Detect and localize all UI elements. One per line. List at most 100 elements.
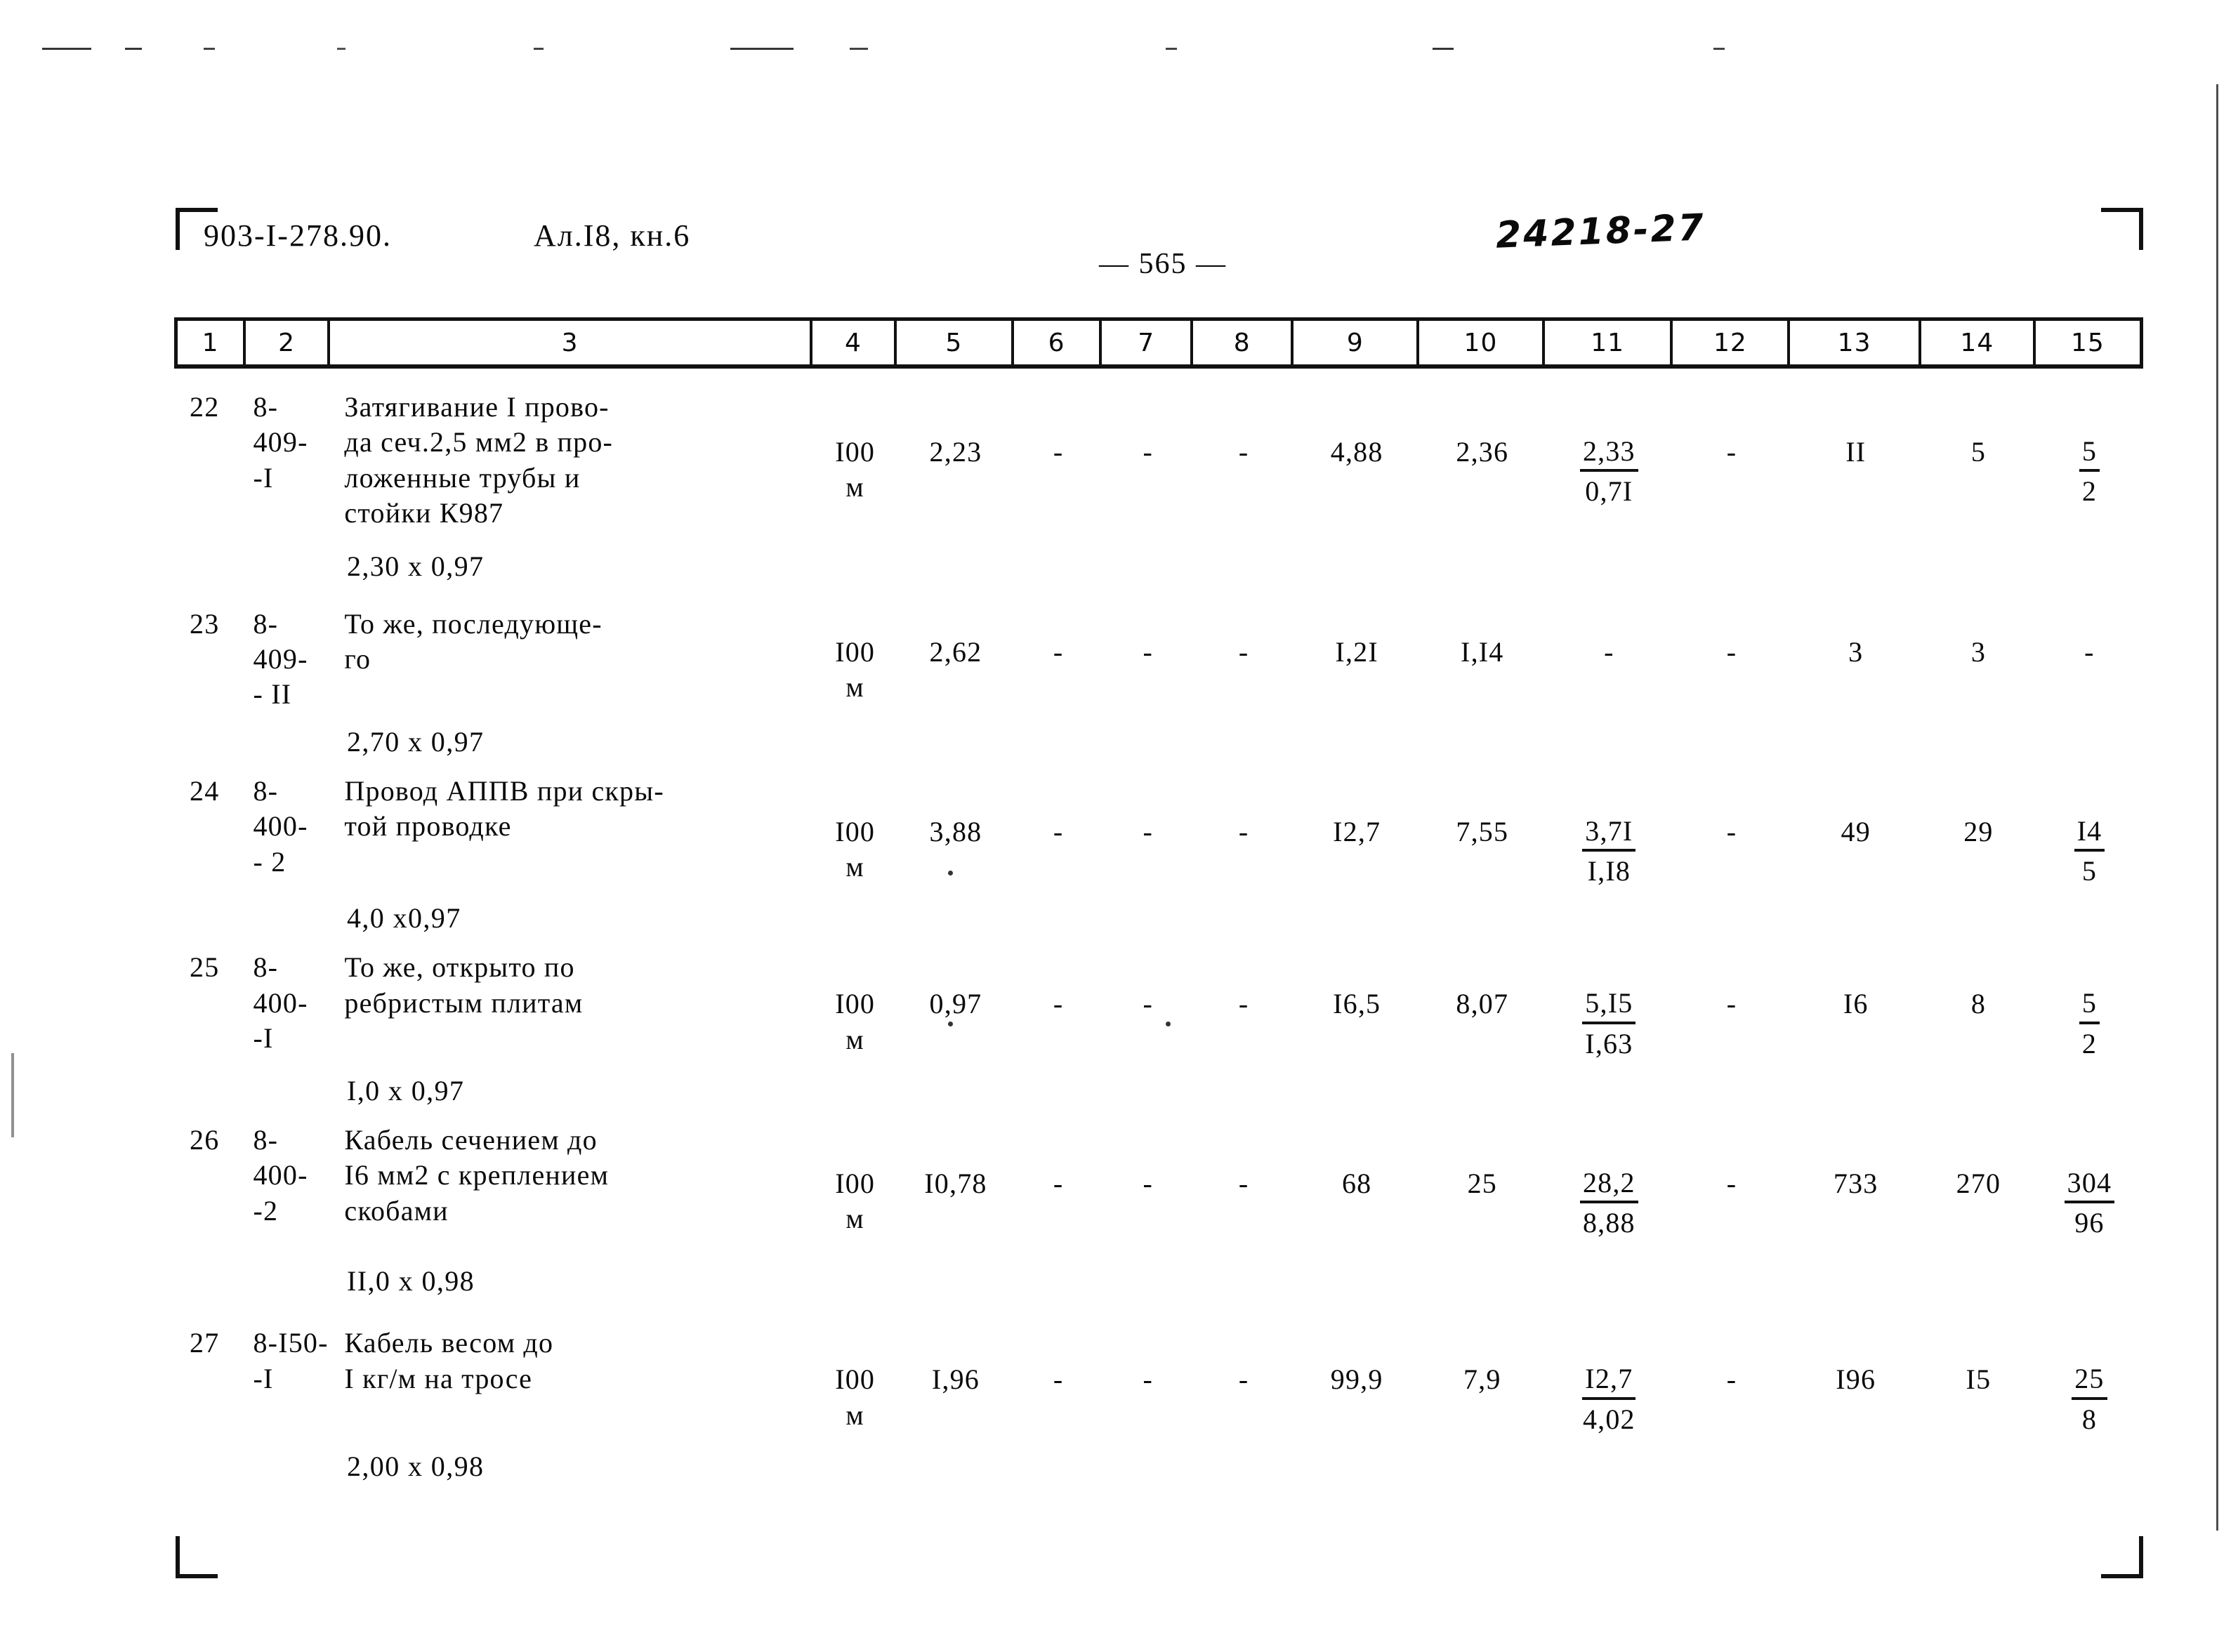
value-col5-cell: 2,23 [929, 436, 982, 468]
fraction-denominator: 2 [2081, 1027, 2098, 1059]
value-col12-cell: - [1726, 988, 1737, 1020]
table-body: 2 2 8-409- -I Затягивание I прово- да сеч.2… [174, 390, 2143, 1483]
table-row: 27 8-I50- -I Кабель весом до I кг/м на тро… [174, 1326, 2143, 1437]
fraction-denominator: 2 [2081, 475, 2098, 508]
value-col12-cell: - [1726, 635, 1737, 668]
work-description-cell: Кабель сечением до I6 мм2 с креплением с… [344, 1123, 610, 1227]
fraction-value: I4 5 [2074, 814, 2105, 887]
value-col9-cell: I2,7 [1333, 815, 1381, 847]
value-col13-cell: II [1845, 436, 1867, 468]
value-col15-cell: - [2084, 635, 2095, 668]
value-col5-cell: 0,97 [929, 988, 982, 1020]
value-col11-cell: 5,I5 I,63 [1545, 950, 1673, 1062]
fraction-numerator: 25 [2072, 1362, 2107, 1400]
fraction-numerator: I2,7 [1582, 1362, 1636, 1400]
value-col8-cell: - [1238, 815, 1249, 847]
value-col14-cell: 3 [1970, 635, 1987, 668]
fraction-numerator: 28,2 [1579, 1166, 1638, 1204]
value-col7-cell: - [1143, 635, 1154, 668]
estimate-table: 1 2 3 4 5 6 7 8 9 10 11 12 13 14 15 22 8-… [174, 317, 2144, 1483]
coefficient-formula: 4,0 х0,97 [347, 902, 461, 934]
fraction-value: I2,7 4,02 [1582, 1362, 1636, 1435]
value-col13-cell: I6 [1843, 988, 1869, 1020]
column-header-14: 14 [1921, 321, 2036, 364]
value-col12-cell: - [1726, 436, 1737, 468]
value-col9-cell: I,2I [1335, 635, 1378, 668]
table-row: 24 8-400- - 2 Провод АППВ при скры- той пр… [174, 774, 2143, 890]
value-col8-cell: - [1238, 1167, 1249, 1199]
unit-cell: I00 м [835, 1363, 876, 1431]
price-code-cell: 8-409- -I [253, 391, 308, 494]
row-number-cell: 25 [190, 951, 220, 984]
page-number: — 565 — [1099, 248, 1227, 280]
fraction-denominator: 8,88 [1582, 1207, 1635, 1239]
fraction-denominator: 96 [2074, 1207, 2105, 1239]
unit-cell: I00 м [835, 436, 876, 503]
fraction-denominator: I,I8 [1587, 854, 1631, 887]
row-number-cell: 26 [190, 1123, 220, 1156]
crop-mark-top-right [2101, 208, 2143, 250]
value-col7-cell: - [1143, 815, 1154, 847]
value-col8-cell: - [1238, 1363, 1249, 1396]
value-col9-cell: 4,88 [1330, 436, 1383, 468]
column-header-1: 1 [174, 321, 246, 364]
column-header-11: 11 [1545, 321, 1673, 364]
fraction-value: 3,7I I,I8 [1582, 814, 1636, 887]
value-col12-cell: - [1726, 815, 1737, 847]
fraction-value: 52 [2079, 435, 2100, 508]
column-header-13: 13 [1790, 321, 1921, 364]
column-header-8: 8 [1193, 321, 1294, 364]
value-col7-cell: - [1143, 1167, 1154, 1199]
value-col5-cell: 3,88 [929, 815, 982, 847]
work-description-cell: То же, открыто по ребристым плитам [344, 951, 584, 1019]
value-col14-cell: I5 [1966, 1363, 1992, 1396]
price-code-cell: 8-400- - 2 [253, 774, 308, 878]
value-col15-cell: 52 [2036, 390, 2143, 510]
value-col12-cell: - [1726, 1167, 1737, 1199]
value-col9-cell: 68 [1341, 1167, 1372, 1199]
table-row: 25 8-400- -I То же, открыто по ребристым п… [174, 950, 2143, 1062]
table-column-header-row: 1 2 3 4 5 6 7 8 9 10 11 12 13 14 15 [174, 317, 2144, 369]
work-description-cell: Затягивание I прово- да сеч.2,5 мм2 в пр… [344, 391, 614, 529]
coefficient-formula: 2,00 х 0,98 [347, 1451, 485, 1483]
column-header-7: 7 [1102, 321, 1194, 364]
unit-cell: I00 м [835, 988, 876, 1055]
value-col9-cell: 99,9 [1330, 1363, 1383, 1396]
unit-cell: I00 м [835, 1167, 876, 1235]
fraction-denominator: 0,7I [1585, 475, 1633, 508]
value-col15-cell: I4 5 [2036, 774, 2143, 890]
row-number-cell: 27 [190, 1327, 220, 1359]
value-col7-cell: - [1143, 436, 1154, 468]
row-number-cell: 24 [190, 774, 220, 807]
fraction-denominator: 5 [2081, 854, 2098, 887]
fraction-denominator: 8 [2081, 1403, 2098, 1435]
value-col15-cell: 25 8 [2036, 1326, 2143, 1437]
column-header-4: 4 [812, 321, 897, 364]
value-col14-cell: 5 [1970, 436, 1987, 468]
row-number-cell: 23 [190, 607, 220, 640]
value-col10-cell: I,I4 [1461, 635, 1504, 668]
scan-speck [948, 1022, 953, 1026]
crop-mark-bottom-left [176, 1536, 218, 1578]
value-col11-cell: I2,7 4,02 [1545, 1326, 1673, 1437]
price-code-cell: 8-400- -2 [253, 1123, 308, 1227]
fraction-value: 52 [2079, 986, 2100, 1059]
scan-artifact-top-line [42, 48, 2135, 50]
column-header-10: 10 [1419, 321, 1545, 364]
value-col6-cell: - [1053, 815, 1064, 847]
fraction-value: 304 96 [2064, 1166, 2115, 1239]
fraction-denominator: 4,02 [1582, 1403, 1635, 1435]
fraction-numerator: 3,7I [1582, 814, 1636, 852]
value-col13-cell: I96 [1836, 1363, 1876, 1396]
price-code-cell: 8-409- - II [253, 607, 308, 711]
value-col9-cell: I6,5 [1333, 988, 1381, 1020]
value-col6-cell: - [1053, 1363, 1064, 1396]
coefficient-formula: II,0 х 0,98 [347, 1265, 475, 1297]
value-col7-cell: - [1143, 988, 1154, 1020]
value-col10-cell: 8,07 [1456, 988, 1509, 1020]
work-description-cell: Кабель весом до I кг/м на тросе [344, 1327, 554, 1394]
fraction-numerator: 304 [2064, 1166, 2115, 1204]
fraction-denominator: I,63 [1585, 1027, 1633, 1059]
document-code: 903-I-278.90. [204, 218, 392, 253]
fraction-value: 28,2 8,88 [1579, 1166, 1638, 1239]
